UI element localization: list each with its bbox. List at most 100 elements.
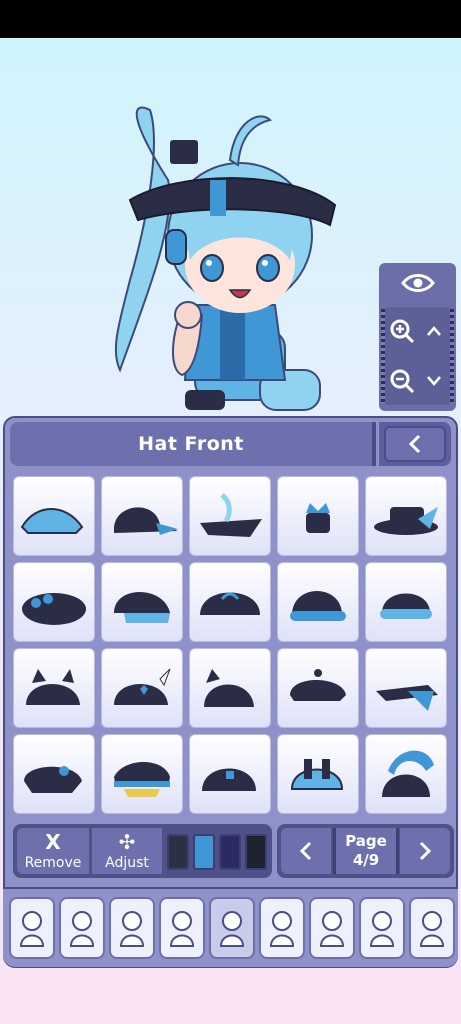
zoom-out-button[interactable] [387, 361, 417, 401]
page-controls: Page 4/9 [277, 824, 454, 878]
chevron-down-icon [427, 376, 441, 386]
camera-controls [379, 263, 456, 411]
zoom-in-icon [390, 319, 415, 344]
slouch-beret-icon [24, 766, 82, 793]
knit-beanie-icon [380, 593, 432, 619]
hat-item-16[interactable] [13, 734, 95, 814]
scarf-hat-icon [376, 685, 438, 711]
move-up-button[interactable] [419, 311, 449, 351]
category-bottoms[interactable] [309, 897, 355, 959]
character-preview[interactable] [90, 100, 350, 420]
beanie-icon [290, 591, 346, 621]
move-down-button[interactable] [419, 361, 449, 401]
frill-cap-icon [114, 592, 170, 623]
back-button[interactable] [379, 422, 451, 466]
hat-item-20[interactable] [365, 734, 447, 814]
category-accessories[interactable] [209, 897, 255, 959]
patch-beanie-icon [202, 768, 256, 791]
tops-icon [269, 911, 295, 947]
item-grid [13, 476, 450, 820]
mohawk-helmet-icon [382, 750, 434, 797]
chevron-left-icon [299, 841, 312, 861]
hat-item-10[interactable] [365, 562, 447, 642]
feather-hat-icon [200, 493, 262, 537]
bottoms-icon [319, 911, 345, 947]
mini-crown-icon [306, 503, 330, 533]
page-label: Page [345, 832, 387, 850]
chevron-left-icon [408, 434, 421, 454]
heart-cat-hat-icon [114, 668, 171, 705]
presets-icon [19, 911, 45, 947]
adjust-label: Adjust [105, 854, 149, 871]
eye-icon [400, 274, 435, 292]
chevron-right-icon [419, 841, 432, 861]
headphone-cap-icon [290, 759, 344, 790]
profile-icon [419, 911, 445, 947]
hat-item-17[interactable] [101, 734, 183, 814]
next-page-button[interactable] [400, 828, 450, 874]
hat-item-18[interactable] [189, 734, 271, 814]
hat-item-11[interactable] [13, 648, 95, 728]
category-face[interactable] [159, 897, 205, 959]
header-divider [372, 422, 376, 466]
captain-cap-icon [114, 762, 170, 797]
category-hair[interactable] [109, 897, 155, 959]
hat-item-4[interactable] [277, 476, 359, 556]
color-swatch-2[interactable] [193, 834, 215, 870]
right-rail [450, 309, 454, 403]
cat-ear-knit-icon [204, 669, 254, 707]
category-tops[interactable] [259, 897, 305, 959]
remove-label: Remove [24, 854, 82, 871]
hat-item-19[interactable] [277, 734, 359, 814]
body-icon [69, 911, 95, 947]
zoom-in-button[interactable] [387, 311, 417, 351]
left-rail [381, 309, 385, 403]
color-swatch-3[interactable] [219, 834, 241, 870]
adjust-button[interactable]: ✣ Adjust [92, 828, 162, 874]
category-bar [3, 887, 458, 967]
hat-item-13[interactable] [189, 648, 271, 728]
item-controls: X Remove ✣ Adjust [13, 824, 272, 878]
hat-item-8[interactable] [189, 562, 271, 642]
hat-item-7[interactable] [101, 562, 183, 642]
hat-item-5[interactable] [365, 476, 447, 556]
hat-item-1[interactable] [13, 476, 95, 556]
hat-item-2[interactable] [101, 476, 183, 556]
item-panel: Hat Front X Remove ✣ Adjust Page 4/9 [3, 416, 458, 968]
category-body[interactable] [59, 897, 105, 959]
hat-item-3[interactable] [189, 476, 271, 556]
zoom-out-icon [390, 369, 415, 394]
hat-item-14[interactable] [277, 648, 359, 728]
baseball-cap-icon [114, 507, 178, 535]
accessories-icon [219, 911, 245, 947]
panel-title: Hat Front [10, 422, 372, 466]
hat-item-9[interactable] [277, 562, 359, 642]
back-button-face [384, 426, 446, 462]
page-value: 4/9 [352, 851, 380, 869]
prev-page-button[interactable] [281, 828, 331, 874]
remove-x-icon: X [45, 829, 61, 854]
toggle-visibility-button[interactable] [379, 263, 456, 303]
cat-ear-beanie-icon [26, 669, 80, 705]
page-indicator: Page 4/9 [333, 828, 399, 874]
color-swatch-1[interactable] [167, 834, 189, 870]
category-profile[interactable] [409, 897, 455, 959]
move-arrows-icon: ✣ [118, 829, 136, 854]
category-presets[interactable] [9, 897, 55, 959]
bow-bonnet-icon [200, 592, 260, 615]
face-icon [169, 911, 195, 947]
remove-button[interactable]: X Remove [17, 828, 89, 874]
beret-icon [290, 669, 346, 701]
hat-item-12[interactable] [101, 648, 183, 728]
leaf-cap-icon [20, 508, 84, 534]
bow-fedora-icon [374, 507, 438, 535]
flower-beret-icon [22, 593, 86, 625]
category-items[interactable] [359, 897, 405, 959]
color-swatch-4[interactable] [245, 834, 267, 870]
chevron-up-icon [427, 326, 441, 336]
hat-item-6[interactable] [13, 562, 95, 642]
items-icon [369, 911, 395, 947]
hat-item-15[interactable] [365, 648, 447, 728]
status-bar [0, 0, 461, 38]
hair-icon [119, 911, 145, 947]
